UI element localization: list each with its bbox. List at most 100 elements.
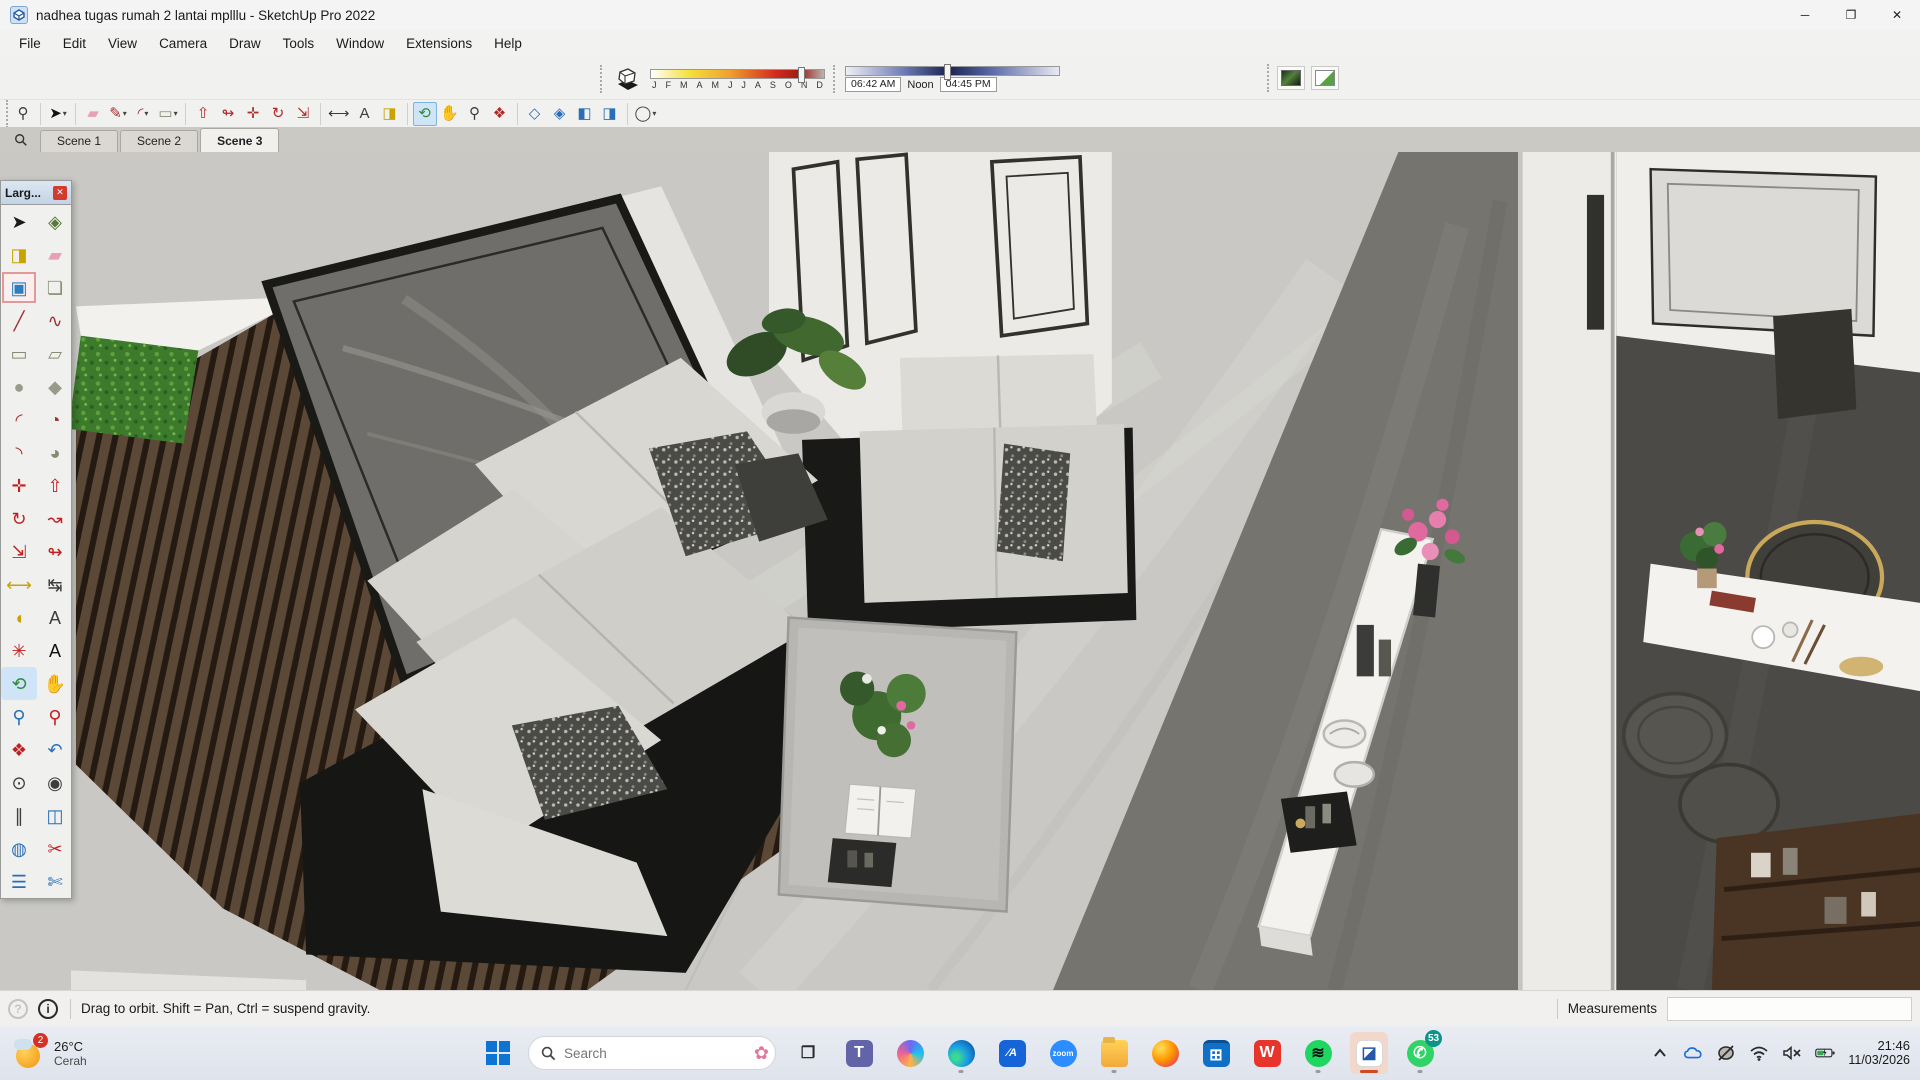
maximize-button[interactable]: ❐ — [1828, 0, 1874, 30]
date-slider-handle[interactable] — [798, 67, 805, 83]
toolbar-grip[interactable] — [6, 100, 10, 128]
taskbar-app-file-explorer[interactable] — [1095, 1032, 1133, 1074]
menu-file[interactable]: File — [8, 33, 52, 54]
select-tool-button[interactable]: ➤▾ — [46, 102, 70, 126]
shadow-date-slider[interactable] — [650, 69, 825, 79]
arc-dropdown-arrow[interactable]: ▾ — [144, 109, 148, 118]
taskbar-app-zoom[interactable]: zoom — [1044, 1032, 1082, 1074]
eraser-tool-button[interactable]: ▰ — [81, 102, 105, 126]
menu-edit[interactable]: Edit — [52, 33, 97, 54]
palette-zoom-extents-tool[interactable]: ❖ — [1, 733, 37, 766]
select-dropdown-arrow[interactable]: ▾ — [63, 109, 67, 118]
palette-close-icon[interactable]: ✕ — [53, 186, 67, 200]
push-pull-tool-button[interactable]: ⇧ — [191, 102, 215, 126]
toolbar-grip[interactable] — [1267, 64, 1271, 92]
palette-pie-filled-tool[interactable]: ◕ — [37, 436, 73, 469]
palette-pie-tool[interactable]: ◔ — [37, 403, 73, 436]
material-preview-button[interactable] — [1277, 66, 1305, 90]
look-around-tool-button[interactable]: ◯▾ — [633, 102, 659, 126]
scene-tab-2[interactable]: Scene 2 — [120, 130, 198, 152]
shadow-time-slider[interactable] — [845, 66, 1060, 76]
info-icon[interactable]: i — [38, 999, 58, 1019]
toolbar-grip[interactable] — [600, 65, 604, 93]
palette-3d-text-tool[interactable]: A — [37, 634, 73, 667]
menu-view[interactable]: View — [97, 33, 148, 54]
palette-move-tool[interactable]: ✛ — [1, 469, 37, 502]
style-hidden-line-tool-button[interactable]: ◈ — [548, 102, 572, 126]
palette-dimension-tool[interactable]: ↹ — [37, 568, 73, 601]
palette-scale-tool[interactable]: ⇲ — [1, 535, 37, 568]
palette-text-tool[interactable]: A — [37, 601, 73, 634]
palette-orbit-tool[interactable]: ⟲ — [1, 667, 37, 700]
style-textured-tool-button[interactable]: ◨ — [598, 102, 622, 126]
palette-tape-measure-tool[interactable]: ⟷ — [1, 568, 37, 601]
viewport-3d-scene[interactable]: Larg... ✕ ➤◈◨▰▣❏╱∿▭▱●◆◜◔◝◕✛⇧↻↝⇲↬⟷↹◖A✳A⟲✋… — [0, 152, 1920, 990]
palette-protractor-tool[interactable]: ◖ — [1, 601, 37, 634]
coffee-table[interactable] — [779, 618, 1017, 912]
palette-make-component-tool[interactable]: ◈ — [37, 205, 73, 238]
menu-draw[interactable]: Draw — [218, 33, 272, 54]
palette-zoom-tool[interactable]: ⚲ — [1, 700, 37, 733]
start-button[interactable] — [481, 1036, 515, 1070]
menu-camera[interactable]: Camera — [148, 33, 218, 54]
taskbar-app-copilot[interactable] — [891, 1032, 929, 1074]
palette-title-bar[interactable]: Larg... ✕ — [1, 181, 71, 205]
do-not-disturb-icon[interactable] — [1716, 1043, 1736, 1063]
minimize-button[interactable]: ─ — [1782, 0, 1828, 30]
search-input[interactable] — [564, 1046, 746, 1061]
battery-charging-icon[interactable] — [1815, 1043, 1835, 1063]
palette-select-tool[interactable]: ➤ — [1, 205, 37, 238]
offset-tool-button[interactable]: ↬ — [216, 102, 240, 126]
menu-window[interactable]: Window — [325, 33, 395, 54]
palette-plugin-sphere-tool[interactable]: ◍ — [1, 832, 37, 865]
palette-paint-bucket-tool[interactable]: ◨ — [1, 238, 37, 271]
onedrive-icon[interactable] — [1683, 1043, 1703, 1063]
orbit-tool-button[interactable]: ⟲ — [413, 102, 437, 126]
taskbar-app-wps-office[interactable]: W — [1248, 1032, 1286, 1074]
taskbar-app-microsoft-store[interactable]: ⊞ — [1197, 1032, 1235, 1074]
palette-plugin-cut-tool[interactable]: ✂ — [37, 832, 73, 865]
geolocation-icon[interactable]: ? — [8, 999, 28, 1019]
palette-rectangle-tool[interactable]: ▭ — [1, 337, 37, 370]
palette-plugin-layers-tool[interactable]: ☰ — [1, 865, 37, 898]
palette-follow-me-tool[interactable]: ↝ — [37, 502, 73, 535]
taskbar-app-sketchup[interactable]: ◪ — [1350, 1032, 1388, 1074]
search-scenes-icon[interactable] — [10, 130, 32, 150]
palette-offset-tool[interactable]: ↬ — [37, 535, 73, 568]
taskbar-app-firefox[interactable] — [1146, 1032, 1184, 1074]
taskbar-app-whatsapp[interactable]: ✆53 — [1401, 1032, 1439, 1074]
tape-measure-tool-button[interactable]: ⟷ — [326, 102, 352, 126]
grass-patch[interactable] — [69, 336, 199, 444]
palette-eraser-tool[interactable]: ▰ — [37, 238, 73, 271]
search-highlight-flower-icon[interactable]: ✿ — [754, 1043, 769, 1064]
palette-plugin-snip-tool[interactable]: ✄ — [37, 865, 73, 898]
tag-preview-button[interactable] — [1311, 66, 1339, 90]
palette-push-pull-tool[interactable]: ⇧ — [37, 469, 73, 502]
palette-previous-view-tool[interactable]: ↶ — [37, 733, 73, 766]
adjacent-room[interactable] — [1616, 152, 1920, 990]
paint-bucket-tool-button[interactable]: ◨ — [378, 102, 402, 126]
style-wireframe-tool-button[interactable]: ◇ — [523, 102, 547, 126]
look-around-dropdown-arrow[interactable]: ▾ — [652, 109, 656, 118]
zoom-tool-button[interactable]: ⚲ — [463, 102, 487, 126]
close-button[interactable]: ✕ — [1874, 0, 1920, 30]
zoom-extents-tool-button[interactable]: ❖ — [488, 102, 512, 126]
taskbar-app-edge[interactable] — [942, 1032, 980, 1074]
time-slider-handle[interactable] — [944, 64, 951, 80]
move-tool-button[interactable]: ✛ — [241, 102, 265, 126]
chevron-up-icon[interactable] — [1650, 1043, 1670, 1063]
weather-widget[interactable]: 2 26°C Cerah — [14, 1037, 87, 1069]
shadow-settings-icon[interactable] — [612, 64, 642, 94]
palette-look-around-tool[interactable]: ◉ — [37, 766, 73, 799]
menu-extensions[interactable]: Extensions — [395, 33, 483, 54]
toolbar-grip[interactable] — [833, 65, 837, 93]
menu-help[interactable]: Help — [483, 33, 533, 54]
scale-tool-button[interactable]: ⇲ — [291, 102, 315, 126]
model-scene[interactable] — [0, 152, 1920, 990]
menu-tools[interactable]: Tools — [272, 33, 326, 54]
palette-rotated-rectangle-tool[interactable]: ▱ — [37, 337, 73, 370]
line-tool-button[interactable]: ✎▾ — [106, 102, 130, 126]
rotate-tool-button[interactable]: ↻ — [266, 102, 290, 126]
wifi-icon[interactable] — [1749, 1043, 1769, 1063]
palette-make-group-tool[interactable]: ▣ — [1, 271, 37, 304]
